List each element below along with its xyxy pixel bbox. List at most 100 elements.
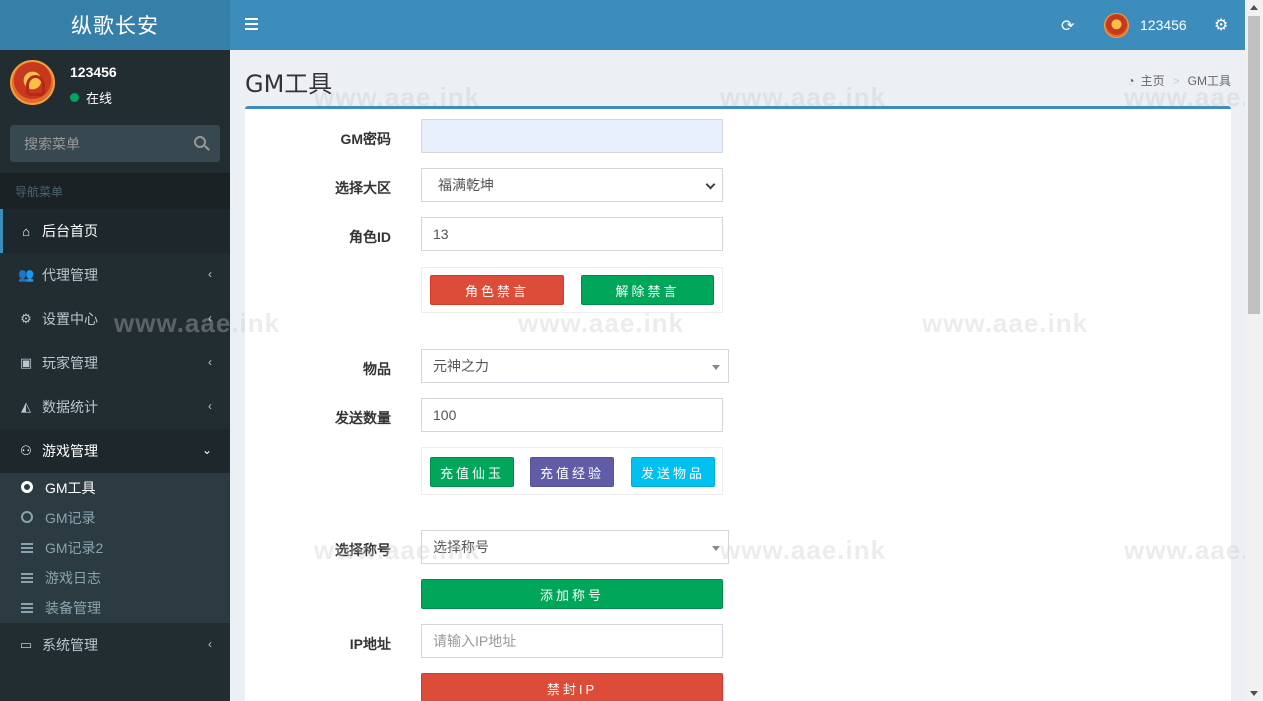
- sidebar-item-label: 游戏管理: [42, 443, 98, 459]
- nav-header: 导航菜单: [0, 173, 230, 209]
- area-chart-icon: ◭: [21, 399, 31, 414]
- header-username[interactable]: 123456: [1140, 17, 1187, 33]
- sidebar-subitem-equipment[interactable]: 装备管理: [0, 593, 230, 623]
- vertical-scrollbar[interactable]: [1245, 0, 1263, 701]
- breadcrumb: ◔ 主页 > GM工具: [1127, 72, 1231, 89]
- sidebar-item-agents[interactable]: 👥 代理管理 ‹: [0, 253, 230, 297]
- scroll-up-icon[interactable]: [1250, 5, 1258, 10]
- subitem-label: 游戏日志: [45, 570, 101, 586]
- user-status: 在线: [70, 88, 112, 107]
- ip-input-placeholder: 请输入IP地址: [433, 633, 517, 649]
- sidebar-subitem-gm-log2[interactable]: GM记录2: [0, 533, 230, 563]
- role-id-input[interactable]: 13: [421, 217, 723, 251]
- quantity-input[interactable]: 100: [421, 398, 723, 432]
- subitem-label: GM工具: [45, 480, 96, 496]
- subitem-label: GM记录2: [45, 540, 104, 556]
- chevron-left-icon: ‹: [208, 355, 212, 369]
- search-icon[interactable]: [194, 136, 206, 148]
- sidebar-subitem-gm-log[interactable]: GM记录: [0, 503, 230, 533]
- gamepad-icon: ⚇: [20, 443, 32, 458]
- breadcrumb-home[interactable]: 主页: [1141, 72, 1165, 89]
- chevron-left-icon: ‹: [208, 637, 212, 651]
- ip-label: IP地址: [349, 636, 391, 652]
- user-name: 123456: [70, 64, 117, 80]
- chevron-left-icon: ‹: [208, 311, 212, 325]
- header-avatar[interactable]: [1104, 13, 1129, 38]
- send-item-button[interactable]: 发送物品: [631, 457, 715, 487]
- sidebar-subitem-gm-tool[interactable]: GM工具: [0, 473, 230, 503]
- sidebar-item-system[interactable]: ▭ 系统管理 ‹: [0, 623, 230, 667]
- chevron-down-icon: [705, 179, 716, 190]
- list-icon: [20, 600, 34, 616]
- sidebar-subitem-game-log[interactable]: 游戏日志: [0, 563, 230, 593]
- gm-password-field[interactable]: [421, 119, 723, 153]
- breadcrumb-separator: >: [1172, 73, 1180, 88]
- circle-icon: [20, 510, 34, 526]
- recharge-exp-button[interactable]: 充值经验: [530, 457, 614, 487]
- id-card-icon: ▣: [19, 355, 33, 370]
- item-select-value: 元神之力: [433, 358, 489, 374]
- sidebar: 纵歌长安 123456 在线 导航菜单 ⌂ 后台首页 👥 代理管理 ‹ ⚙ 设置…: [0, 0, 230, 701]
- breadcrumb-current: GM工具: [1187, 74, 1231, 88]
- content-wrapper: GM工具 ◔ 主页 > GM工具 GM密码 选择大区 福满乾坤 角色ID 13 …: [230, 50, 1245, 701]
- list-icon: [20, 540, 34, 556]
- sidebar-item-label: 设置中心: [42, 311, 98, 327]
- caret-down-icon: [712, 365, 720, 370]
- mute-role-button[interactable]: 角色禁言: [430, 275, 564, 305]
- title-select-value: 选择称号: [433, 539, 489, 555]
- scrollbar-thumb[interactable]: [1248, 16, 1260, 314]
- menu-search: [10, 125, 220, 162]
- sidebar-menu: ⌂ 后台首页 👥 代理管理 ‹ ⚙ 设置中心 ‹ ▣ 玩家管理 ‹ ◭ 数据统计…: [0, 209, 230, 667]
- game-submenu: GM工具 GM记录 GM记录2 游戏日志 装备管理: [0, 473, 230, 623]
- menu-search-input[interactable]: [10, 125, 220, 162]
- item-label: 物品: [363, 361, 391, 377]
- sidebar-item-label: 玩家管理: [42, 355, 98, 371]
- app-logo[interactable]: 纵歌长安: [0, 0, 230, 50]
- sidebar-item-label: 代理管理: [42, 267, 98, 283]
- send-button-group: 充值仙玉 充值经验 发送物品: [421, 447, 723, 495]
- sidebar-item-home[interactable]: ⌂ 后台首页: [0, 209, 230, 253]
- online-dot-icon: [70, 93, 79, 102]
- title-select[interactable]: 选择称号: [421, 530, 729, 564]
- chevron-down-icon: ⌄: [201, 443, 212, 457]
- gears-icon[interactable]: ⚙: [1214, 15, 1228, 35]
- users-icon: 👥: [18, 267, 35, 282]
- quantity-label: 发送数量: [335, 410, 391, 426]
- home-icon: ⌂: [22, 223, 30, 239]
- sidebar-item-label: 系统管理: [42, 637, 98, 653]
- title-label: 选择称号: [335, 542, 391, 558]
- circle-icon: [20, 480, 34, 496]
- page-title: GM工具: [245, 70, 333, 98]
- sidebar-item-stats[interactable]: ◭ 数据统计 ‹: [0, 385, 230, 429]
- recharge-jade-button[interactable]: 充值仙玉: [430, 457, 514, 487]
- gm-password-label: GM密码: [340, 131, 391, 147]
- user-status-text: 在线: [86, 91, 113, 106]
- refresh-icon[interactable]: ⟳: [1061, 16, 1074, 36]
- user-panel: 123456 在线: [0, 50, 230, 112]
- dashboard-icon: ◔: [1127, 73, 1135, 88]
- subitem-label: GM记录: [45, 510, 96, 526]
- chevron-left-icon: ‹: [208, 399, 212, 413]
- caret-down-icon: [712, 546, 720, 551]
- region-select[interactable]: 福满乾坤: [421, 168, 723, 202]
- role-id-label: 角色ID: [349, 229, 391, 245]
- menu-toggle-icon[interactable]: [245, 18, 258, 30]
- gm-form-box: GM密码 选择大区 福满乾坤 角色ID 13 角色禁言 解除禁言 物品 元神之力…: [245, 106, 1231, 701]
- scroll-down-icon[interactable]: [1250, 691, 1258, 696]
- add-title-button[interactable]: 添加称号: [421, 579, 723, 609]
- region-label: 选择大区: [335, 180, 391, 196]
- avatar: [10, 60, 55, 105]
- sidebar-item-game[interactable]: ⚇ 游戏管理 ⌄: [0, 429, 230, 473]
- item-select[interactable]: 元神之力: [421, 349, 729, 383]
- sidebar-item-label: 数据统计: [42, 399, 98, 415]
- unmute-role-button[interactable]: 解除禁言: [581, 275, 714, 305]
- list-icon: [20, 570, 34, 586]
- sidebar-item-players[interactable]: ▣ 玩家管理 ‹: [0, 341, 230, 385]
- ip-input[interactable]: 请输入IP地址: [421, 624, 723, 658]
- top-navbar: ⟳ 123456 ⚙: [230, 0, 1245, 50]
- gears-icon: ⚙: [20, 311, 32, 326]
- subitem-label: 装备管理: [45, 600, 101, 616]
- desktop-icon: ▭: [19, 637, 33, 652]
- ban-ip-button[interactable]: 禁封IP: [421, 673, 723, 701]
- sidebar-item-settings[interactable]: ⚙ 设置中心 ‹: [0, 297, 230, 341]
